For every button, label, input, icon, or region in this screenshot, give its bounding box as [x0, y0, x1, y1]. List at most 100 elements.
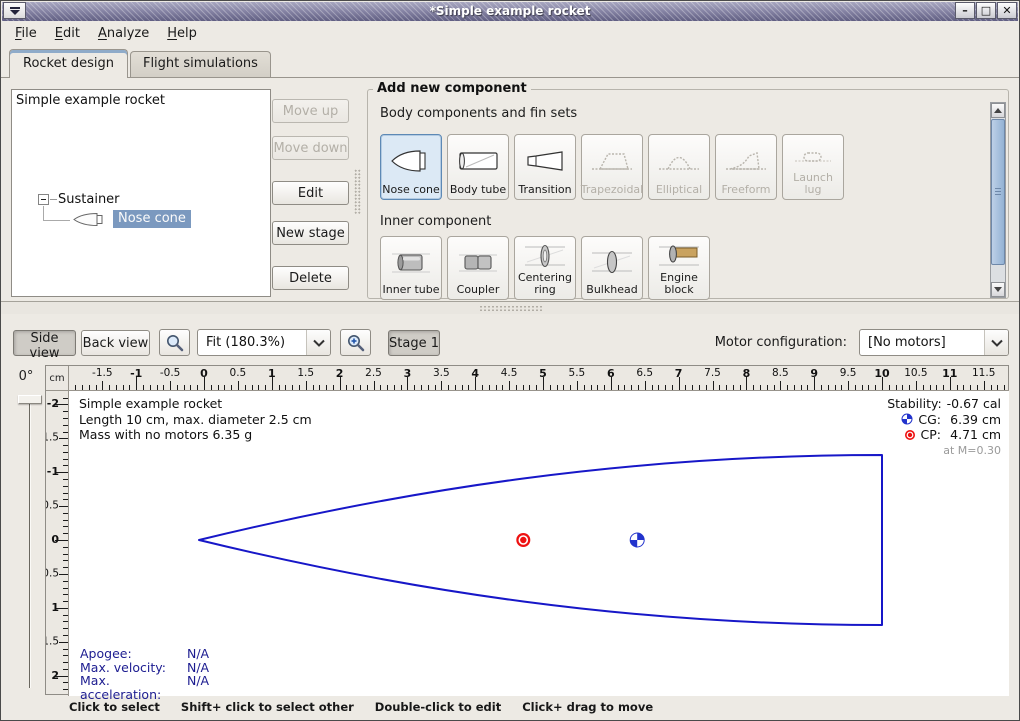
edit-button[interactable]: Edit: [272, 181, 349, 205]
rotation-slider-track[interactable]: [29, 404, 31, 688]
coupler-icon: [456, 240, 500, 284]
component-button-centering-ring[interactable]: Centering ring: [514, 236, 576, 300]
stability-label: Stability:: [887, 396, 942, 411]
side-view-button[interactable]: Side view: [13, 330, 76, 361]
window-title: *Simple example rocket: [429, 4, 591, 18]
application-window: *Simple example rocket – □ ✕ File Edit A…: [0, 0, 1020, 721]
motor-configuration-label: Motor configuration:: [714, 335, 847, 350]
cg-legend-icon: [901, 413, 913, 425]
flight-data: Apogee: N/A Max. velocity: N/A Max. accele…: [80, 646, 210, 702]
cp-legend-icon: [904, 429, 916, 441]
splitter-grip-vertical[interactable]: [354, 169, 361, 215]
component-button-coupler[interactable]: Coupler: [447, 236, 509, 300]
titlebar: *Simple example rocket: [2, 2, 1018, 21]
ruler-left: -2-1.5-1-0.500.511.52: [46, 391, 69, 696]
elliptical-fin-icon: [657, 138, 701, 184]
freeform-fin-icon: [724, 138, 768, 184]
component-button-label: Engine block: [660, 271, 698, 296]
component-button-transition[interactable]: Transition: [514, 134, 576, 200]
move-down-button: Move down: [272, 136, 349, 160]
rotation-slider-handle[interactable]: [18, 395, 42, 404]
cp-marker: [516, 533, 531, 547]
add-component-title: Add new component: [373, 81, 531, 96]
inner-tube-icon: [389, 240, 433, 284]
rocket-info-text: Simple example rocket Length 10 cm, max.…: [79, 396, 312, 442]
rocket-outline[interactable]: [198, 454, 883, 626]
motor-configuration-select[interactable]: [No motors]: [859, 329, 1009, 356]
stability-info: Stability: -0.67 cal CG: 6.39 cm CP: 4.7…: [887, 396, 1001, 457]
splitter-grip-horizontal[interactable]: [479, 305, 543, 313]
window-menu-button[interactable]: [3, 2, 26, 19]
transition-icon: [523, 138, 567, 184]
zoom-in-button[interactable]: [340, 329, 371, 356]
tree-expander-icon[interactable]: [38, 194, 49, 205]
menu-analyze[interactable]: Analyze: [89, 23, 158, 44]
zoom-out-button[interactable]: [159, 329, 190, 356]
zoom-select-value: Fit (180.3%): [206, 335, 286, 350]
component-button-label: Freeform: [721, 183, 771, 196]
component-tree[interactable]: Simple example rocket Sustainer Nose con…: [11, 89, 271, 297]
component-button-freeform: Freeform: [715, 134, 777, 200]
add-component-group: Add new component Body components and fi…: [367, 81, 1009, 300]
component-button-engine-block[interactable]: Engine block: [648, 236, 710, 300]
rotation-angle-label: 0°: [18, 369, 34, 384]
component-button-label: Centering ring: [517, 271, 573, 296]
component-button-inner-tube[interactable]: Inner tube: [380, 236, 442, 300]
rocket-view-panel: cm -1.5 -1 -0.5 0 0.5 1 1.5 2 2.5 3 3.5 4 4.5 5 5.5 6 6.…: [45, 365, 1009, 701]
hint-click-drag: Click+ drag to move: [522, 700, 654, 714]
trapezoidal-fin-icon: [590, 138, 634, 184]
component-panel-scrollbar[interactable]: [990, 102, 1006, 298]
component-button-label: Trapezoidal: [580, 183, 644, 196]
stage-1-toggle[interactable]: Stage 1: [388, 330, 440, 356]
hint-shift-click: Shift+ click to select other: [180, 700, 354, 714]
zoom-select[interactable]: Fit (180.3%): [197, 329, 331, 356]
body-tube-icon: [456, 138, 500, 184]
component-button-bulkhead[interactable]: Bulkhead: [581, 236, 643, 300]
component-button-nose-cone[interactable]: Nose cone: [380, 134, 442, 200]
scroll-up-button[interactable]: [991, 103, 1005, 118]
tab-flight-simulations[interactable]: Flight simulations: [129, 51, 271, 77]
nose-cone-icon: [389, 138, 433, 184]
tree-item-nose-cone[interactable]: Nose cone: [113, 210, 191, 228]
delete-button[interactable]: Delete: [272, 266, 349, 290]
component-button-label: Body tube: [449, 183, 507, 196]
component-button-launch-lug: Launch lug: [782, 134, 844, 200]
inner-component-label: Inner component: [380, 214, 492, 229]
scrollbar-thumb[interactable]: [991, 119, 1005, 265]
hint-double-click: Double-click to edit: [374, 700, 502, 714]
component-button-label: Inner tube: [382, 283, 440, 296]
ruler-top: -1.5 -1 -0.5 0 0.5 1 1.5 2 2.5 3 3.5 4 4.5 5 5.5 6 6.5 7 7…: [69, 366, 1009, 391]
menu-edit[interactable]: Edit: [46, 23, 89, 44]
tree-item-rocket[interactable]: Simple example rocket: [16, 93, 165, 108]
menubar: File Edit Analyze Help: [2, 21, 1018, 45]
menu-file[interactable]: File: [6, 23, 46, 44]
mach-note: at M=0.30: [943, 443, 1001, 457]
component-button-label: Nose cone: [382, 183, 440, 196]
component-button-label: Elliptical: [655, 183, 703, 196]
centering-ring-icon: [523, 240, 567, 272]
tree-item-stage[interactable]: Sustainer: [58, 192, 120, 207]
back-view-button[interactable]: Back view: [81, 330, 150, 356]
chevron-down-icon[interactable]: [984, 330, 1008, 355]
component-button-label: Transition: [518, 183, 572, 196]
scroll-down-button[interactable]: [991, 282, 1005, 297]
cg-marker: [629, 532, 645, 548]
magnifier-icon: [165, 333, 185, 353]
minimize-button[interactable]: –: [955, 2, 975, 19]
chevron-down-icon[interactable]: [306, 330, 330, 355]
component-button-label: Bulkhead: [586, 283, 638, 296]
nose-cone-tree-icon: [72, 212, 112, 227]
close-button[interactable]: ✕: [997, 2, 1017, 19]
component-button-label: Coupler: [456, 283, 500, 296]
cg-label: CG:: [918, 411, 941, 427]
component-button-body-tube[interactable]: Body tube: [447, 134, 509, 200]
arrow-up-icon: [994, 108, 1002, 113]
maximize-button[interactable]: □: [976, 2, 996, 19]
rocket-canvas[interactable]: Simple example rocket Length 10 cm, max.…: [69, 391, 1009, 701]
statusbar: Click to select Shift+ click to select o…: [2, 697, 1018, 717]
tab-rocket-design[interactable]: Rocket design: [9, 49, 128, 78]
splitter-horizontal[interactable]: [1, 301, 1019, 314]
engine-block-icon: [657, 240, 701, 272]
menu-help[interactable]: Help: [158, 23, 206, 44]
new-stage-button[interactable]: New stage: [272, 221, 349, 245]
